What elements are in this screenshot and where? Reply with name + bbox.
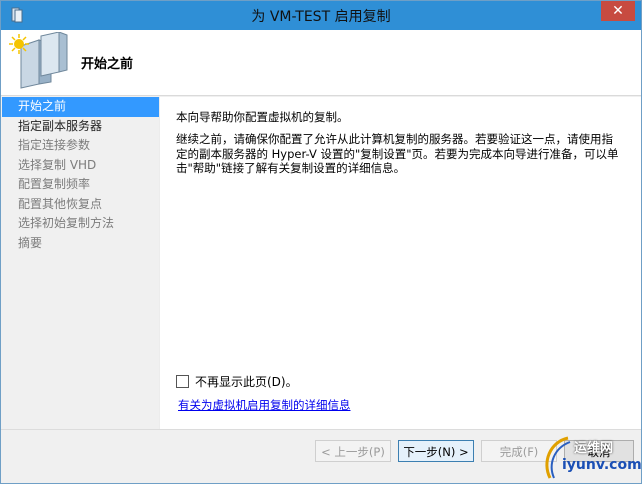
nav-step-initial-replication: 选择初始复制方法	[18, 216, 115, 230]
nav-step-summary: 摘要	[18, 235, 43, 250]
nav-step-before-you-begin[interactable]: 开始之前	[2, 97, 159, 117]
wizard-window: 为 VM-TEST 启用复制 ✕ 开始之前 开始之前 指定副本服务器 指定连接参…	[0, 0, 642, 484]
wizard-steps-nav: 开始之前 指定副本服务器 指定连接参数 选择复制 VHD 配置复制频率 配置其他…	[2, 97, 159, 427]
nav-step-frequency: 配置复制频率	[18, 177, 91, 191]
previous-button[interactable]: < 上一步(P)	[315, 440, 391, 462]
nav-step-choose-vhd: 选择复制 VHD	[18, 157, 97, 172]
nav-step-connection-params: 指定连接参数	[18, 138, 91, 152]
site-watermark: 运维网 iyunv.com	[540, 434, 642, 480]
server-wizard-icon	[9, 32, 68, 89]
watermark-text-top: 运维网	[574, 441, 614, 456]
dont-show-checkbox[interactable]	[176, 375, 189, 388]
page-title: 开始之前	[81, 57, 134, 72]
dont-show-row[interactable]: 不再显示此页(D)。	[176, 373, 298, 390]
next-button[interactable]: 下一步(N) >	[398, 440, 474, 462]
content-pane: 本向导帮助你配置虚拟机的复制。 继续之前，请确保你配置了允许从此计算机复制的服务…	[159, 97, 641, 429]
nav-step-replica-server[interactable]: 指定副本服务器	[2, 117, 159, 137]
help-link[interactable]: 有关为虚拟机启用复制的详细信息	[178, 397, 351, 413]
window-title: 为 VM-TEST 启用复制	[251, 9, 391, 25]
wizard-header: 开始之前	[1, 30, 641, 96]
description-text: 继续之前，请确保你配置了允许从此计算机复制的服务器。若要验证这一点，请使用指定的…	[176, 132, 619, 175]
dont-show-label[interactable]: 不再显示此页(D)。	[195, 373, 298, 390]
watermark-text-bottom: iyunv.com	[562, 457, 642, 473]
intro-text: 本向导帮助你配置虚拟机的复制。	[176, 110, 349, 124]
nav-step-recovery-points: 配置其他恢复点	[18, 196, 103, 211]
title-bar: 为 VM-TEST 启用复制 ✕	[1, 1, 641, 30]
close-button[interactable]: ✕	[601, 1, 635, 21]
